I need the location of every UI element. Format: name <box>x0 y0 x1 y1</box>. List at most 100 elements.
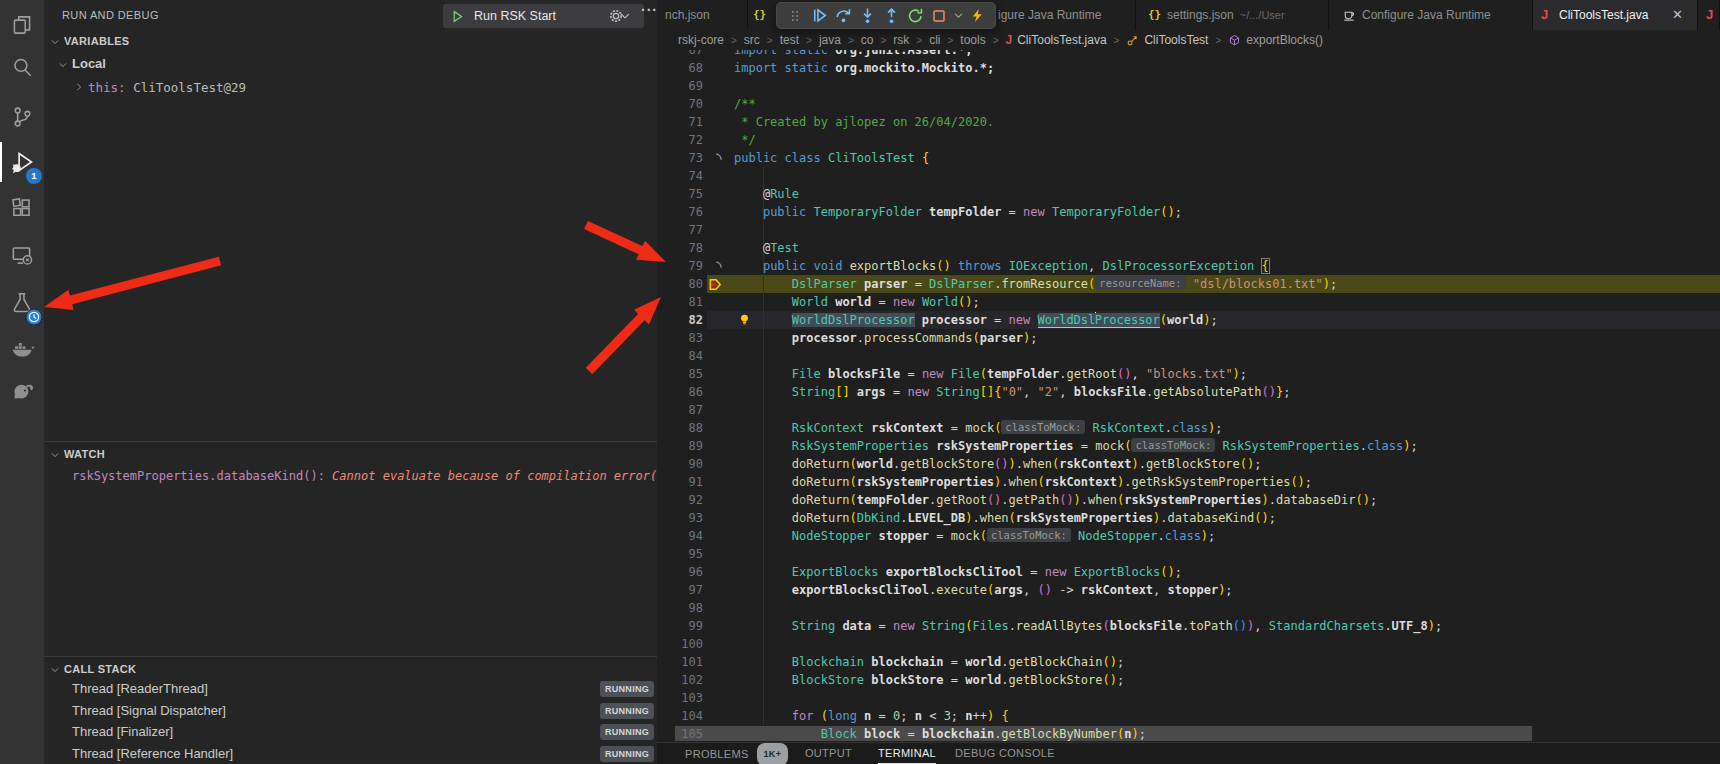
code-line-77[interactable]: 77 <box>657 221 1720 239</box>
tab-cut[interactable]: J <box>1698 0 1720 30</box>
code-line-94[interactable]: 94 NodeStopper stopper = mock(classToMoc… <box>657 527 1720 545</box>
breadcrumb-item[interactable]: java <box>819 33 841 47</box>
code-line-82[interactable]: 82 WorldDslProcessor processor = new Wor… <box>657 311 1720 329</box>
breadcrumb[interactable]: rskj-core>src>test>java>co>rsk>cli>tools… <box>657 30 1720 50</box>
code-text: exportBlocksCliTool.execute(args, () -> … <box>734 581 1233 599</box>
code-line-74[interactable]: 74 <box>657 167 1720 185</box>
toolbar-drag-handle[interactable] <box>783 4 807 28</box>
code-line-101[interactable]: 101 Blockchain blockchain = world.getBlo… <box>657 653 1720 671</box>
docker-icon[interactable] <box>0 328 44 368</box>
code-line-78[interactable]: 78 @Test <box>657 239 1720 257</box>
code-line-92[interactable]: 92 doReturn(tempFolder.getRoot().getPath… <box>657 491 1720 509</box>
breadcrumb-class[interactable]: CliToolsTest <box>1144 33 1208 47</box>
code-line-68[interactable]: 68import static org.mockito.Mockito.*; <box>657 59 1720 77</box>
code-line-88[interactable]: 88 RskContext rskContext = mock(classToM… <box>657 419 1720 437</box>
panel-tab-output[interactable]: OUTPUT <box>805 743 852 764</box>
call-stack-section-header[interactable]: CALL STACK <box>64 663 136 675</box>
code-line-96[interactable]: 96 ExportBlocks exportBlocksCliTool = ne… <box>657 563 1720 581</box>
code-line-103[interactable]: 103 <box>657 689 1720 707</box>
panel-tab-terminal[interactable]: TERMINAL <box>878 743 936 764</box>
code-line-102[interactable]: 102 BlockStore blockStore = world.getBlo… <box>657 671 1720 689</box>
code-line-85[interactable]: 85 File blocksFile = new File(tempFolder… <box>657 365 1720 383</box>
debug-stackframe-breakpoint-icon[interactable] <box>708 277 723 292</box>
code-line-76[interactable]: 76 public TemporaryFolder tempFolder = n… <box>657 203 1720 221</box>
code-line-83[interactable]: 83 processor.processCommands(parser); <box>657 329 1720 347</box>
breadcrumb-item[interactable]: test <box>780 33 799 47</box>
code-line-89[interactable]: 89 RskSystemProperties rskSystemProperti… <box>657 437 1720 455</box>
gradle-elephant-icon[interactable] <box>0 370 44 410</box>
variables-section-header[interactable]: VARIABLES <box>64 35 129 47</box>
remote-explorer-icon[interactable] <box>0 235 44 275</box>
search-icon[interactable] <box>0 47 44 87</box>
breadcrumb-file[interactable]: CliToolsTest.java <box>1017 33 1106 47</box>
code-line-73[interactable]: 73public class CliToolsTest { <box>657 149 1720 167</box>
call-stack-thread[interactable]: Thread [Finalizer] <box>72 724 173 739</box>
explorer-icon[interactable] <box>0 5 44 45</box>
tab-nch.json[interactable]: nch.json <box>657 0 748 30</box>
watch-section-header[interactable]: WATCH <box>64 448 105 460</box>
extensions-icon[interactable] <box>0 188 44 228</box>
code-line-99[interactable]: 99 String data = new String(Files.readAl… <box>657 617 1720 635</box>
code-line-98[interactable]: 98 <box>657 599 1720 617</box>
code-line-86[interactable]: 86 String[] args = new String[]{"0", "2"… <box>657 383 1720 401</box>
breadcrumb-item[interactable]: tools <box>960 33 985 47</box>
code-line-87[interactable]: 87 <box>657 401 1720 419</box>
java-file-icon: J <box>1706 7 1713 22</box>
code-line-104[interactable]: 104 for (long n = 0; n < 3; n++) { <box>657 707 1720 725</box>
breadcrumb-item[interactable]: rsk <box>893 33 909 47</box>
region-fold-icon[interactable] <box>713 260 726 273</box>
step-over-icon[interactable] <box>831 4 855 28</box>
variable-this[interactable]: this: CliToolsTest@29 <box>88 80 246 95</box>
stop-menu-chevron-icon[interactable] <box>951 4 965 28</box>
code-editor[interactable]: 67import static org.junit.Assert.*;68imp… <box>657 50 1720 742</box>
breadcrumb-item[interactable]: co <box>861 33 874 47</box>
code-line-90[interactable]: 90 doReturn(world.getBlockStore()).when(… <box>657 455 1720 473</box>
code-line-100[interactable]: 100 <box>657 635 1720 653</box>
code-line-93[interactable]: 93 doReturn(DbKind.LEVEL_DB).when(rskSys… <box>657 509 1720 527</box>
watch-expression[interactable]: rskSystemProperties.databaseKind(): Cann… <box>72 469 715 483</box>
tab-settings.json[interactable]: {}settings.json~/.../User <box>1136 0 1329 30</box>
code-line-75[interactable]: 75 @Rule <box>657 185 1720 203</box>
step-out-icon[interactable] <box>879 4 903 28</box>
code-line-72[interactable]: 72 */ <box>657 131 1720 149</box>
code-line-97[interactable]: 97 exportBlocksCliTool.execute(args, () … <box>657 581 1720 599</box>
lightbulb-icon[interactable] <box>738 313 751 326</box>
step-into-icon[interactable] <box>855 4 879 28</box>
call-stack-thread[interactable]: Thread [ReaderThread] <box>72 681 208 696</box>
code-line-79[interactable]: 79 public void exportBlocks() throws IOE… <box>657 257 1720 275</box>
tab-CliToolsTest.java[interactable]: JCliToolsTest.java✕ <box>1533 0 1698 30</box>
code-line-67[interactable]: 67import static org.junit.Assert.*; <box>657 50 1720 59</box>
tab-Configure Java Runtime[interactable]: Configure Java Runtime <box>1329 0 1533 30</box>
breadcrumb-item[interactable]: rskj-core <box>678 33 724 47</box>
code-line-95[interactable]: 95 <box>657 545 1720 563</box>
testing-flask-icon[interactable] <box>0 283 44 323</box>
code-line-71[interactable]: 71 * Created by ajlopez on 26/04/2020. <box>657 113 1720 131</box>
source-control-icon[interactable] <box>0 97 44 137</box>
stop-icon[interactable] <box>927 4 951 28</box>
gear-icon[interactable] <box>608 8 624 24</box>
breadcrumb-item[interactable]: src <box>744 33 760 47</box>
line-number: 94 <box>657 527 703 545</box>
panel-tab-debug-console[interactable]: DEBUG CONSOLE <box>955 743 1055 764</box>
code-line-91[interactable]: 91 doReturn(rskSystemProperties).when(rs… <box>657 473 1720 491</box>
code-line-105[interactable]: 105 Block block = blockchain.getBlockByN… <box>657 725 1720 742</box>
breadcrumb-method[interactable]: exportBlocks() <box>1246 33 1323 47</box>
call-stack-thread[interactable]: Thread [Reference Handler] <box>72 746 233 761</box>
code-line-69[interactable]: 69 <box>657 77 1720 95</box>
continue-icon[interactable] <box>807 4 831 28</box>
code-line-81[interactable]: 81 World world = new World(); <box>657 293 1720 311</box>
panel-tab-problems[interactable]: PROBLEMS1K+ <box>685 743 788 764</box>
code-line-80[interactable]: 80 DslParser parser = DslParser.fromReso… <box>657 275 1720 293</box>
code-line-84[interactable]: 84 <box>657 347 1720 365</box>
hot-code-replace-icon[interactable] <box>965 4 989 28</box>
region-fold-icon[interactable] <box>713 152 726 165</box>
breadcrumb-item[interactable]: cli <box>929 33 940 47</box>
thread-status-badge: RUNNING <box>600 724 654 740</box>
restart-icon[interactable] <box>903 4 927 28</box>
more-actions-icon[interactable]: ··· <box>641 2 658 18</box>
variables-scope-local[interactable]: Local <box>72 56 106 71</box>
call-stack-thread[interactable]: Thread [Signal Dispatcher] <box>72 703 226 718</box>
code-line-70[interactable]: 70/** <box>657 95 1720 113</box>
run-and-debug-icon[interactable]: 1 <box>0 142 44 182</box>
close-tab-icon[interactable]: ✕ <box>1672 7 1683 22</box>
